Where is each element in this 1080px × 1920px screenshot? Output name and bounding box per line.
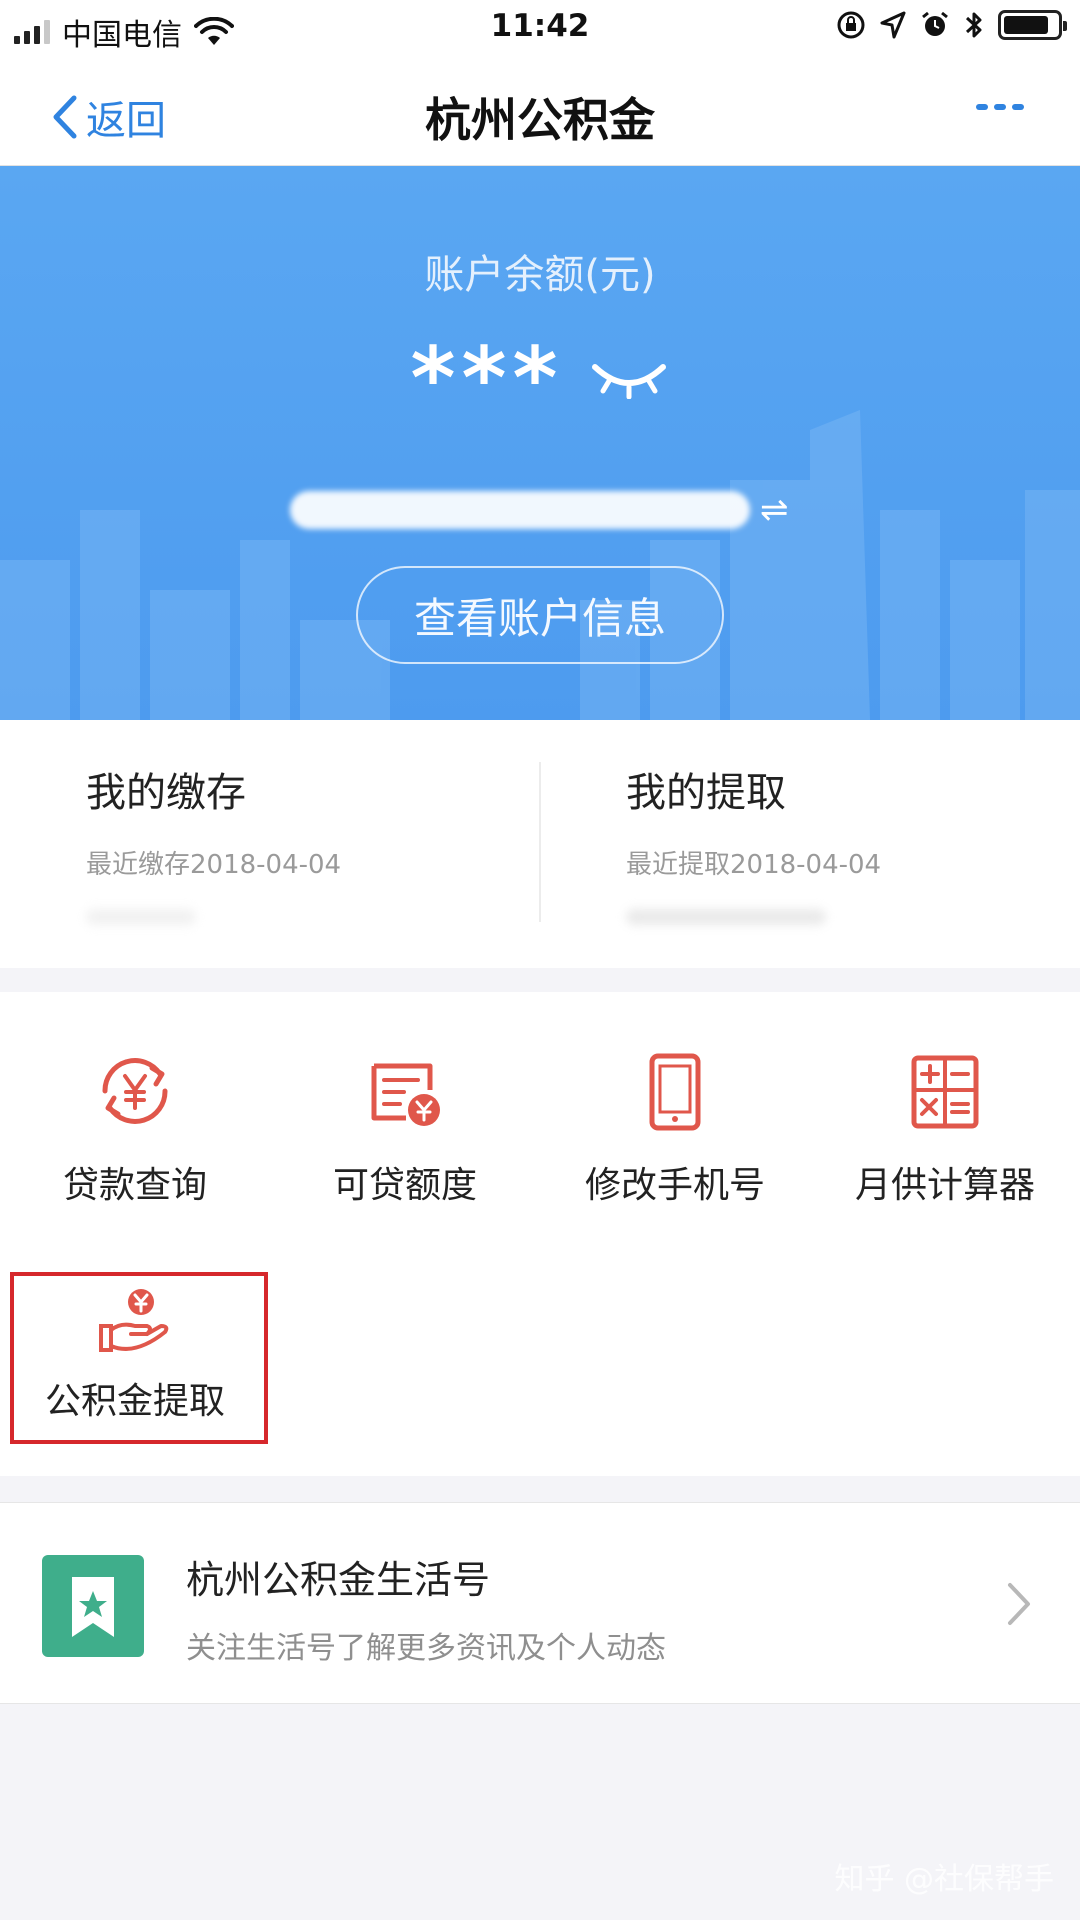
bluetooth-icon: [965, 12, 982, 38]
balance-label: 账户余额(元): [424, 252, 656, 298]
life-account-title: 杭州公积金生活号: [186, 1558, 491, 1602]
life-account-subtitle: 关注生活号了解更多资讯及个人动态: [186, 1631, 666, 1666]
status-bar: 中国电信 11:42: [0, 0, 1080, 58]
feature-label: 月供计算器: [854, 1165, 1035, 1206]
withdraw-recent-date: 最近提取2018-04-04: [626, 850, 882, 880]
feature-label: 贷款查询: [62, 1165, 207, 1206]
loan-quota-icon: [371, 1063, 440, 1126]
feature-loan-quota[interactable]: 可贷额度: [270, 1046, 540, 1208]
bookmark-star-icon: [72, 1577, 114, 1637]
eye-closed-icon[interactable]: [589, 359, 669, 399]
city-skyline-illustration: [0, 410, 1080, 720]
view-account-info-button[interactable]: 查看账户信息: [356, 566, 724, 664]
battery-level: [1004, 16, 1049, 34]
feature-grid: 贷款查询 可贷额度 修改手机号 月供计算器 公积金提取: [0, 992, 1080, 1476]
page-title: 杭州公积金: [425, 93, 655, 147]
more-dot: [976, 104, 988, 110]
withdraw-title: 我的提取: [626, 770, 786, 816]
feature-loan-query[interactable]: 贷款查询: [0, 1046, 270, 1208]
life-account-row[interactable]: 杭州公积金生活号 关注生活号了解更多资讯及个人动态: [0, 1502, 1080, 1704]
watermark: 知乎 @社保帮手: [834, 1862, 1054, 1897]
deposit-amount-redacted: [86, 903, 540, 931]
highlight-box: [10, 1272, 268, 1444]
summary-card: 我的缴存 最近缴存2018-04-04 我的提取 最近提取2018-04-04: [0, 720, 1080, 968]
withdraw-amount-redacted: [626, 903, 1080, 931]
feature-label: 修改手机号: [584, 1165, 765, 1206]
account-number-redacted: ******: [290, 491, 750, 529]
location-icon: [880, 11, 906, 39]
switch-account-icon[interactable]: ⇌: [760, 490, 789, 530]
balance-value: ***: [0, 336, 1080, 422]
my-withdraw-panel[interactable]: 我的提取 最近提取2018-04-04: [540, 760, 1080, 931]
my-deposit-panel[interactable]: 我的缴存 最近缴存2018-04-04: [0, 760, 540, 931]
account-number-row: ****** ⇌: [290, 482, 810, 538]
nav-bar: 返回 杭州公积金: [0, 58, 1080, 166]
feature-change-phone[interactable]: 修改手机号: [540, 1046, 810, 1208]
deposit-recent-date: 最近缴存2018-04-04: [86, 850, 342, 880]
more-button[interactable]: [976, 104, 1024, 110]
balance-masked: ***: [410, 329, 564, 429]
rotation-lock-icon: [837, 11, 865, 39]
more-dot: [994, 104, 1006, 110]
calculator-icon: [911, 1055, 979, 1129]
account-balance-card: 账户余额(元) *** ****** ⇌ 查看账户信息: [0, 166, 1080, 720]
loan-query-icon: [102, 1058, 168, 1124]
life-account-logo: [42, 1555, 144, 1657]
feature-label: 可贷额度: [332, 1165, 477, 1206]
deposit-title: 我的缴存: [86, 770, 246, 816]
status-right: [836, 10, 1067, 40]
chevron-right-icon: [1008, 1583, 1030, 1625]
battery-icon: [998, 10, 1067, 40]
phone-icon: [649, 1053, 701, 1131]
more-dot: [1012, 104, 1024, 110]
alarm-icon: [922, 11, 948, 36]
feature-calculator[interactable]: 月供计算器: [810, 1046, 1080, 1208]
